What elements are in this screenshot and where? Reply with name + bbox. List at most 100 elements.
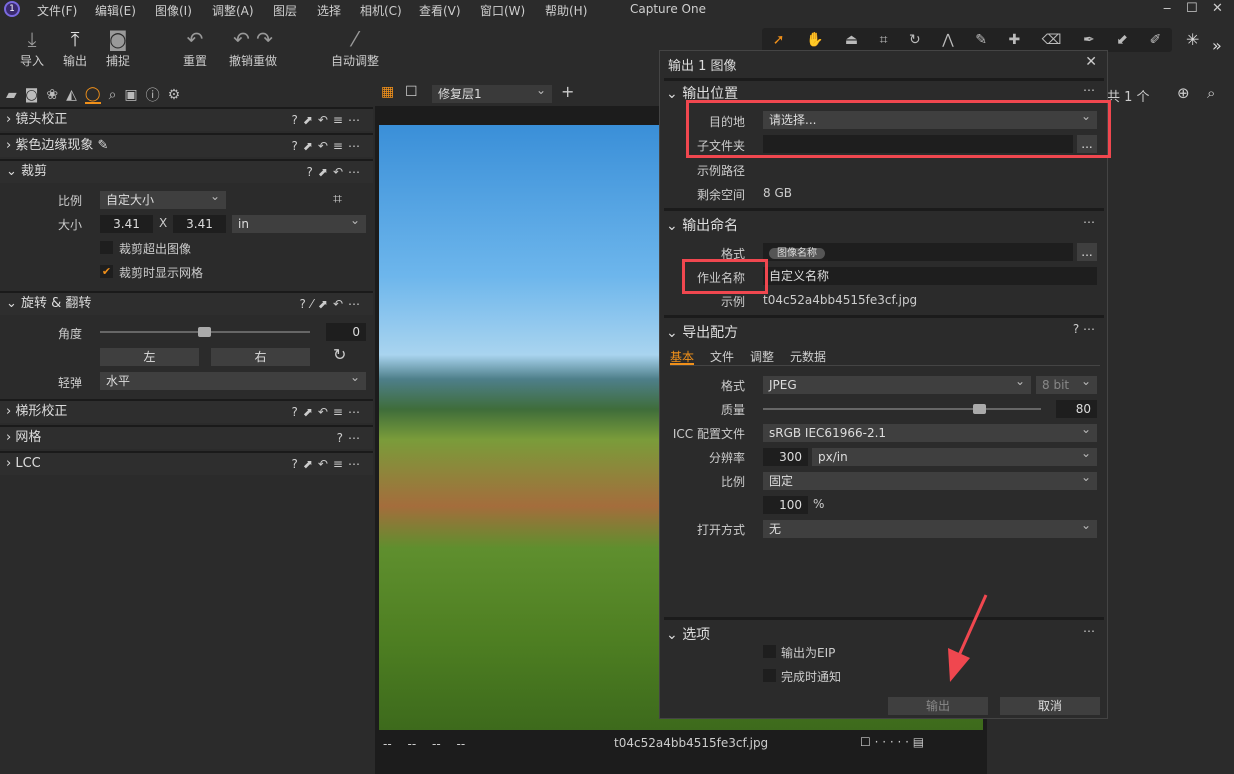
rotate-left-button[interactable]: 左: [100, 348, 199, 366]
unit-select[interactable]: in: [232, 211, 366, 233]
select-tool-icon[interactable]: ➚: [773, 32, 785, 48]
scale-select[interactable]: 固定: [763, 468, 1097, 490]
export-button[interactable]: ⤒ 输出: [63, 26, 87, 69]
ratio-select[interactable]: 自定大小: [100, 187, 226, 209]
naming-format-input[interactable]: 图像名称: [763, 243, 1073, 261]
color-tab-icon[interactable]: ❀: [46, 87, 58, 103]
close-window-icon[interactable]: ✕: [1212, 1, 1223, 16]
maximize-icon[interactable]: ☐: [1186, 1, 1198, 16]
recipe-header[interactable]: ⌄ 导出配方: [666, 322, 738, 342]
adjustments-tab-icon[interactable]: ▣: [124, 87, 137, 103]
exposure-tab-icon[interactable]: ◭: [66, 87, 77, 103]
brush-tool-icon[interactable]: ✎: [975, 32, 987, 48]
more-icon[interactable]: ⋯: [1083, 83, 1095, 97]
grid-view-icon[interactable]: ▦: [381, 84, 394, 100]
width-input[interactable]: 3.41: [100, 215, 153, 233]
menu-help[interactable]: 帮助(H): [545, 2, 587, 19]
picker-icon[interactable]: ✎: [98, 138, 109, 153]
search-icon[interactable]: ⌕: [1207, 84, 1215, 102]
crop-outside-checkbox[interactable]: [100, 241, 113, 254]
export-eip-checkbox[interactable]: [763, 645, 776, 658]
layer-select[interactable]: 修复层1: [432, 81, 552, 103]
quality-slider-handle[interactable]: [973, 404, 986, 414]
show-grid-checkbox[interactable]: ✔: [100, 265, 113, 278]
capture-button[interactable]: ◙ 捕捉: [106, 26, 130, 69]
tab-metadata[interactable]: 元数据: [790, 348, 826, 365]
menu-layer[interactable]: 图层: [273, 2, 297, 19]
add-layer-icon[interactable]: +: [561, 82, 574, 101]
rotate-icon[interactable]: ↻: [333, 345, 346, 364]
section-lens-correction[interactable]: › 镜头校正 ?⬈↶≡⋯: [0, 107, 373, 131]
capture-tab-icon[interactable]: ◙: [25, 87, 39, 103]
export-button[interactable]: 输出: [888, 697, 988, 715]
settings-tab-icon[interactable]: ⚙: [168, 87, 181, 103]
section-purple-fringing[interactable]: › 紫色边缘现象 ✎ ?⬈↶≡⋯: [0, 133, 373, 157]
section-actions[interactable]: ?⬈↶≡⋯: [291, 401, 365, 423]
rotate-right-button[interactable]: 右: [211, 348, 310, 366]
angle-input[interactable]: 0: [326, 323, 366, 341]
resolution-input[interactable]: 300: [763, 448, 808, 466]
output-naming-header[interactable]: ⌄ 输出命名: [666, 215, 738, 235]
gradient-tool-icon[interactable]: ⬋: [1116, 32, 1128, 48]
height-input[interactable]: 3.41: [173, 215, 226, 233]
auto-adjust-button[interactable]: ⁄ 自动调整: [331, 26, 379, 69]
menu-view[interactable]: 查看(V): [419, 2, 461, 19]
tab-basic[interactable]: 基本: [670, 348, 695, 365]
more-tools-icon[interactable]: »: [1212, 36, 1222, 55]
minimize-icon[interactable]: ‒: [1163, 1, 1171, 16]
library-tab-icon[interactable]: ▰: [6, 87, 17, 103]
section-actions[interactable]: ?⬈↶≡⋯: [291, 453, 365, 475]
crop-tool-icon[interactable]: ⌗: [880, 32, 888, 48]
rating-stars[interactable]: ☐ · · · · · ▤: [860, 735, 924, 749]
menu-window[interactable]: 窗口(W): [480, 2, 525, 19]
details-tab-icon[interactable]: ⌕: [109, 87, 117, 103]
section-actions[interactable]: ?⬈↶⋯: [307, 161, 365, 183]
single-view-icon[interactable]: ☐: [405, 84, 418, 100]
naming-browse-button[interactable]: ...: [1077, 243, 1097, 261]
section-rotation[interactable]: ⌄ 旋转 & 翻转 ?⁄⬈↶⋯: [0, 291, 373, 315]
notify-checkbox[interactable]: [763, 669, 776, 682]
keystone-tool-icon[interactable]: ⋀: [942, 32, 953, 48]
section-grid[interactable]: › 网格 ?⋯: [0, 425, 373, 449]
menu-image[interactable]: 图像(I): [155, 2, 192, 19]
section-actions[interactable]: ?⬈↶≡⋯: [291, 135, 365, 157]
menu-edit[interactable]: 编辑(E): [95, 2, 136, 19]
picker-tool-icon[interactable]: ✒: [1083, 32, 1095, 48]
reset-button[interactable]: ↶ 重置: [183, 26, 207, 69]
more-icon[interactable]: ⋯: [1083, 215, 1095, 229]
hand-tool-icon[interactable]: ✋: [806, 32, 823, 48]
open-with-select[interactable]: 无: [763, 516, 1097, 538]
eraser-tool-icon[interactable]: ⌫: [1042, 32, 1062, 48]
angle-slider-handle[interactable]: [198, 327, 211, 337]
section-actions[interactable]: ?⋯: [337, 427, 365, 449]
annotate-tool-icon[interactable]: ✐: [1150, 32, 1162, 48]
section-crop[interactable]: ⌄ 裁剪 ?⬈↶⋯: [0, 159, 373, 183]
job-name-input[interactable]: 自定义名称: [763, 267, 1097, 285]
options-header[interactable]: ⌄ 选项: [666, 624, 710, 644]
cancel-button[interactable]: 取消: [1000, 697, 1100, 715]
metadata-tab-icon[interactable]: ⓘ: [146, 85, 160, 105]
heal-tool-icon[interactable]: ✚: [1009, 32, 1021, 48]
section-actions[interactable]: ?⁄⬈↶⋯: [300, 293, 365, 315]
menu-adjust[interactable]: 调整(A): [212, 2, 254, 19]
zoom-in-icon[interactable]: ⊕: [1177, 84, 1190, 102]
import-button[interactable]: ⤓ 导入: [20, 26, 44, 69]
flip-select[interactable]: 水平: [100, 368, 366, 390]
lens-tab-icon[interactable]: ◯: [84, 86, 101, 104]
quality-slider[interactable]: [763, 408, 1041, 410]
section-lcc[interactable]: › LCC ?⬈↶≡⋯: [0, 451, 373, 475]
tab-file[interactable]: 文件: [710, 348, 734, 365]
tab-adjust[interactable]: 调整: [750, 348, 774, 365]
straighten-tool-icon[interactable]: ⏏: [845, 32, 858, 48]
image-name-token[interactable]: 图像名称: [769, 248, 825, 259]
menu-camera[interactable]: 相机(C): [360, 2, 402, 19]
undo-redo-button[interactable]: ↶ ↷ 撤销重做: [229, 26, 277, 69]
menu-file[interactable]: 文件(F): [37, 2, 77, 19]
icc-select[interactable]: sRGB IEC61966-2.1: [763, 420, 1097, 442]
section-actions[interactable]: ?⬈↶≡⋯: [291, 109, 365, 131]
scale-percent-input[interactable]: 100: [763, 496, 808, 514]
rotate-tool-icon[interactable]: ↻: [909, 32, 921, 48]
section-keystone[interactable]: › 梯形校正 ?⬈↶≡⋯: [0, 399, 373, 423]
more-icon[interactable]: ⋯: [1083, 624, 1095, 638]
crop-icon[interactable]: ⌗: [333, 189, 342, 209]
